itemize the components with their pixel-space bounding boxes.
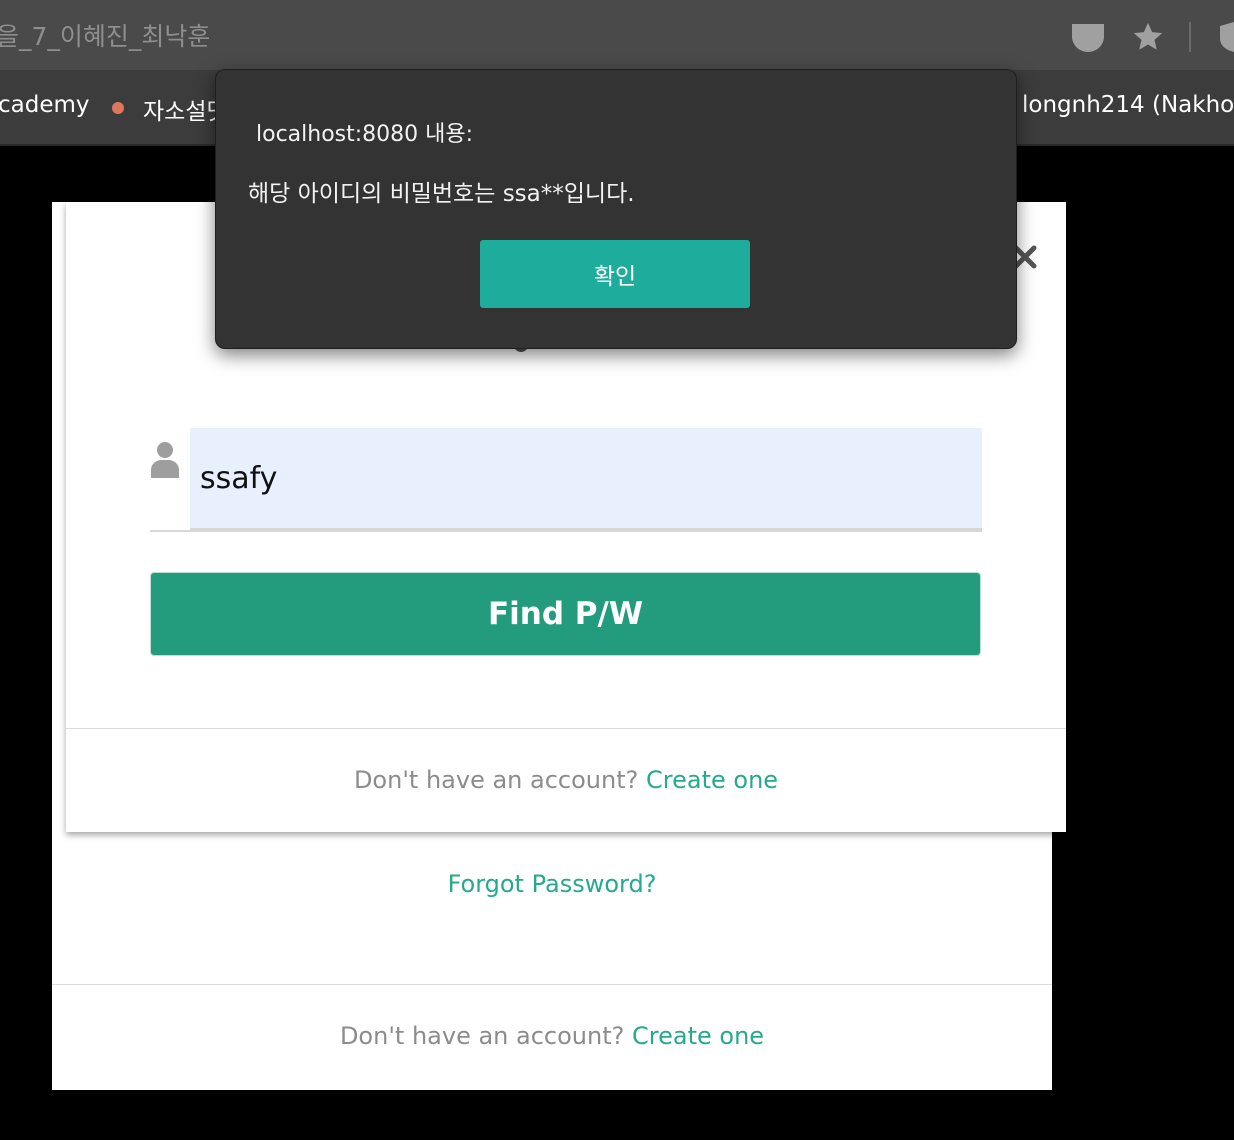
alert-origin: localhost:8080 내용:: [256, 122, 474, 147]
divider: [52, 984, 1052, 985]
alert-message: 해당 아이디의 비밀번호는 ssa**입니다.: [248, 181, 635, 207]
bookmark-item[interactable]: longnh214 (Nakho...: [1022, 92, 1234, 118]
signup-prompt: Don't have an account? Create one: [66, 766, 1066, 794]
forgot-password-link[interactable]: Forgot Password?: [52, 870, 1052, 898]
toolbar-separator: [1189, 22, 1191, 52]
star-icon[interactable]: [1130, 20, 1166, 54]
username-input[interactable]: [190, 428, 982, 530]
create-account-link[interactable]: Create one: [646, 766, 778, 794]
shield-icon[interactable]: [1216, 20, 1234, 54]
browser-tab-bar: 을_7_이혜진_최낙훈: [0, 0, 1234, 70]
bookmark-item[interactable]: cademy: [0, 92, 90, 118]
input-underline: [150, 530, 982, 532]
alert-ok-button[interactable]: 확인: [480, 240, 750, 308]
divider: [66, 728, 1066, 729]
create-account-link[interactable]: Create one: [632, 1022, 764, 1050]
signup-prompt-text: Don't have an account?: [339, 1022, 625, 1050]
find-password-button[interactable]: Find P/W: [150, 572, 981, 656]
tab-title[interactable]: 을_7_이혜진_최낙훈: [0, 17, 210, 53]
signup-prompt: Don't have an account? Create one: [52, 1022, 1052, 1050]
signup-prompt-text: Don't have an account?: [353, 766, 639, 794]
bookmark-favicon: [112, 102, 124, 114]
alert-dialog: localhost:8080 내용: 해당 아이디의 비밀번호는 ssa**입니…: [215, 69, 1017, 349]
user-icon: [151, 442, 179, 478]
pocket-icon[interactable]: [1070, 20, 1106, 54]
